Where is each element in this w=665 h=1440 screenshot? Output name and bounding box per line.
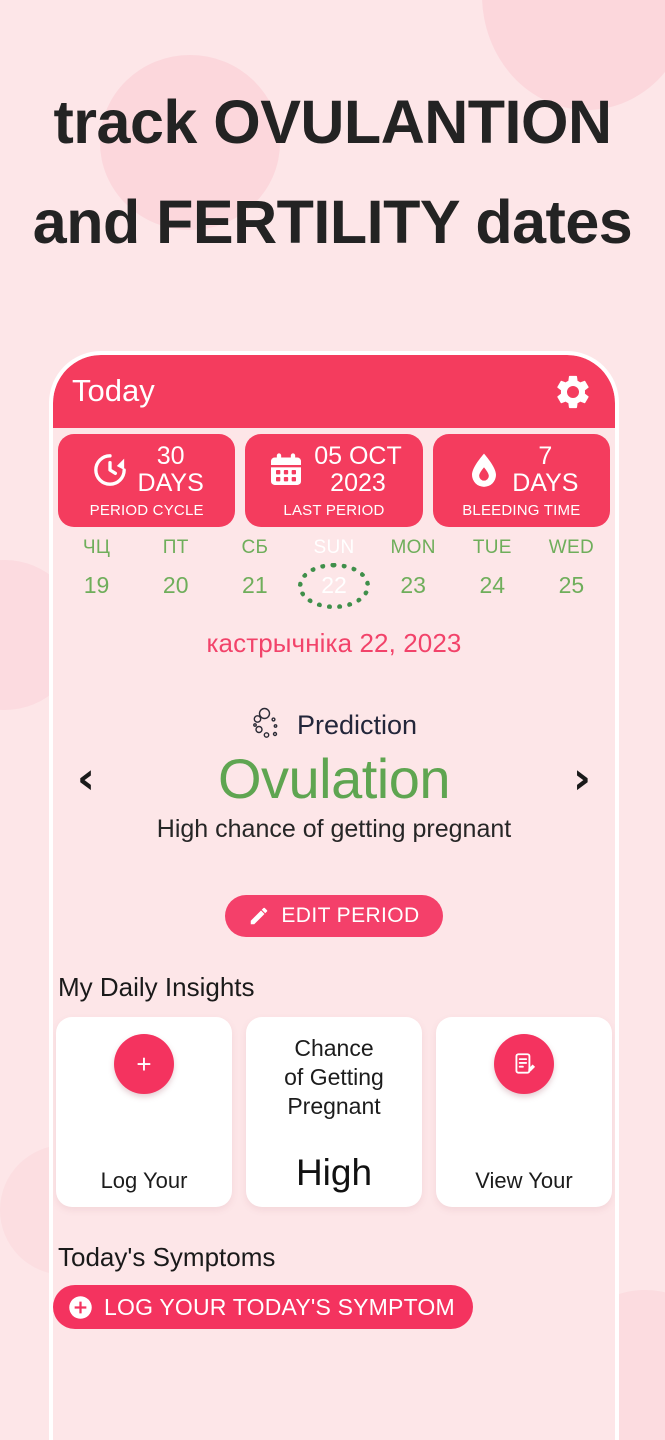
- calendar-day[interactable]: ПТ 20: [136, 537, 215, 609]
- gear-icon[interactable]: [553, 372, 593, 412]
- bubbles-icon: [251, 706, 287, 744]
- stats-row: 30 DAYS PERIOD CYCLE 05 OCT 2023 LAST PE…: [53, 428, 615, 527]
- calendar-dow: ПТ: [162, 537, 189, 558]
- insight-card-pregnancy-chance[interactable]: Chance of Getting Pregnant High: [246, 1017, 422, 1207]
- stat-top: 7 DAYS: [439, 443, 604, 497]
- calendar-day[interactable]: TUE 24: [453, 537, 532, 609]
- log-symptom-button[interactable]: LOG YOUR TODAY'S SYMPTOM: [53, 1285, 473, 1329]
- prediction-prev-arrow[interactable]: ‹: [71, 756, 101, 801]
- stat-top: 30 DAYS: [64, 443, 229, 497]
- calendar-num-wrap: 24: [453, 562, 532, 609]
- calendar-dow: ЧЦ: [82, 537, 111, 558]
- pencil-icon: [248, 905, 270, 927]
- stat-card-period-cycle[interactable]: 30 DAYS PERIOD CYCLE: [58, 434, 236, 527]
- calendar-num-wrap: 21: [215, 562, 294, 609]
- calendar-day[interactable]: СБ 21: [215, 537, 294, 609]
- calendar-dow: СБ: [241, 537, 269, 558]
- plus-icon[interactable]: +: [114, 1034, 174, 1094]
- calendar-strip: ЧЦ 19 ПТ 20 СБ 21 SUN 22 MON 23 TUE 24 W…: [53, 527, 615, 609]
- stat-label: LAST PERIOD: [283, 502, 385, 519]
- calendar-num-wrap: 23: [374, 562, 453, 609]
- insight-card-top-text: Chance of Getting Pregnant: [284, 1035, 384, 1119]
- edit-period-wrap: EDIT PERIOD: [53, 895, 615, 937]
- insight-card-value: High: [295, 1152, 373, 1193]
- calendar-num-wrap: 19: [57, 562, 136, 609]
- prediction-label: Prediction: [296, 709, 418, 740]
- selected-date-text: кастрычніка 22, 2023: [206, 628, 462, 658]
- calendar-day-number: 22: [321, 572, 347, 598]
- stat-card-last-period[interactable]: 05 OCT 2023 LAST PERIOD: [245, 434, 423, 527]
- edit-period-button[interactable]: EDIT PERIOD: [225, 895, 443, 937]
- calendar-day[interactable]: WED 25: [532, 537, 611, 609]
- calendar-day-number: 21: [242, 572, 268, 598]
- calendar-dow: TUE: [472, 537, 512, 558]
- prediction-description: High chance of getting pregnant: [156, 815, 512, 843]
- promo-headline-line-2: and FERTILITY dates: [32, 188, 633, 256]
- insight-card-label: Log Your: [100, 1168, 188, 1193]
- edit-period-label: EDIT PERIOD: [281, 904, 420, 927]
- stat-value: 05 OCT 2023: [314, 442, 402, 497]
- page-title: Today: [72, 373, 155, 408]
- calendar-num-wrap: 20: [136, 562, 215, 609]
- blood-drop-icon: [464, 449, 504, 491]
- stat-card-bleeding-time[interactable]: 7 DAYS BLEEDING TIME: [432, 434, 610, 527]
- plus-glyph: +: [136, 1049, 152, 1079]
- calendar-day-number: 20: [162, 572, 189, 598]
- stat-top: 05 OCT 2023: [251, 443, 416, 497]
- promo-headline-line-1: track OVULANTION: [53, 88, 612, 156]
- insight-card-log[interactable]: + Log Your: [56, 1017, 232, 1207]
- stat-label: BLEEDING TIME: [462, 502, 581, 519]
- prediction-phase: Ovulation: [217, 747, 451, 810]
- stat-value: 7 DAYS: [512, 442, 579, 497]
- symptoms-title: Today's Symptoms: [58, 1242, 276, 1272]
- calendar-num-wrap: 22: [294, 562, 373, 609]
- calendar-day-number: 24: [479, 572, 506, 598]
- stat-value: 30 DAYS: [137, 442, 204, 497]
- insights-title: My Daily Insights: [58, 972, 255, 1002]
- app-header: Today: [53, 355, 615, 428]
- plus-circle-icon: [67, 1294, 94, 1321]
- note-icon-glyph: [511, 1051, 537, 1077]
- calendar-dow: SUN: [313, 537, 355, 558]
- calendar-day[interactable]: MON 23: [374, 537, 453, 609]
- prediction-header: Prediction: [53, 706, 615, 744]
- calendar-dow: WED: [548, 537, 595, 558]
- insights-row: + Log Your Chance of Getting Pregnant Hi…: [53, 1017, 615, 1207]
- prediction-row: ‹ Ovulation ›: [53, 746, 615, 811]
- phone-mockup: Today 30 DAYS PERIOD CYCLE 05 OCT 2023 L…: [49, 351, 619, 1440]
- promo-headline: track OVULANTION and FERTILITY dates: [0, 72, 665, 272]
- calendar-day-number: 19: [83, 572, 110, 598]
- cycle-clock-icon: [90, 449, 130, 491]
- calendar-num-wrap: 25: [532, 562, 611, 609]
- calendar-day-number: 25: [558, 572, 585, 598]
- calendar-day-number: 23: [400, 572, 426, 598]
- insight-card-view[interactable]: View Your: [436, 1017, 612, 1207]
- calendar-day-selected[interactable]: SUN 22: [294, 537, 373, 609]
- note-edit-icon[interactable]: [494, 1034, 554, 1094]
- prediction-next-arrow[interactable]: ›: [567, 756, 597, 801]
- calendar-day[interactable]: ЧЦ 19: [57, 537, 136, 609]
- stat-label: PERIOD CYCLE: [89, 502, 204, 519]
- calendar-icon: [266, 449, 306, 491]
- insight-card-label: View Your: [475, 1168, 573, 1193]
- log-symptom-label: LOG YOUR TODAY'S SYMPTOM: [104, 1293, 455, 1320]
- calendar-dow: MON: [390, 537, 436, 558]
